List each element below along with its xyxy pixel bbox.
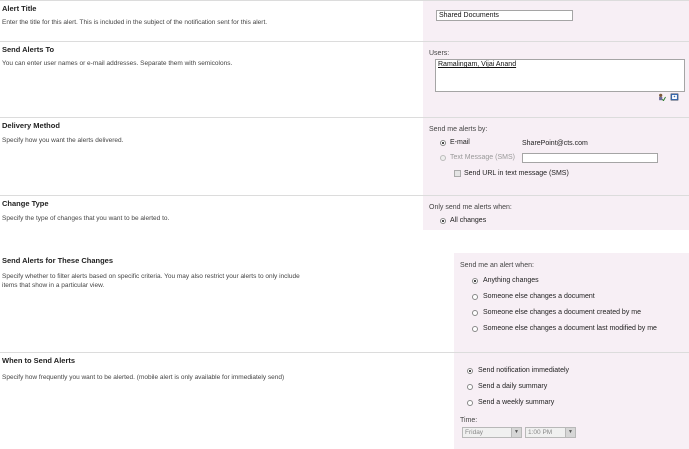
filter-option-label: Anything changes bbox=[483, 277, 539, 284]
send-url-label: Send URL in text message (SMS) bbox=[464, 170, 569, 177]
change-type-heading: Change Type bbox=[2, 199, 49, 208]
time-select-value: 1:00 PM bbox=[528, 429, 553, 436]
send-alerts-to-description: You can enter user names or e-mail addre… bbox=[2, 60, 233, 67]
filter-option-label: Someone else changes a document last mod… bbox=[483, 325, 657, 332]
send-option-label: Send notification immediately bbox=[478, 367, 570, 374]
time-select[interactable]: 1:00 PM ▼ bbox=[525, 427, 576, 438]
filter-changes-prompt: Send me an alert when: bbox=[460, 262, 534, 269]
chevron-down-icon: ▼ bbox=[511, 428, 521, 437]
created-by-me-radio[interactable] bbox=[472, 310, 478, 316]
send-me-alerts-by-label: Send me alerts by: bbox=[429, 126, 488, 133]
sms-input[interactable] bbox=[522, 153, 658, 163]
time-label: Time: bbox=[460, 417, 478, 424]
alert-title-description: Enter the title for this alert. This is … bbox=[2, 19, 268, 26]
change-type-description: Specify the type of changes that you wan… bbox=[2, 215, 170, 222]
check-names-icon[interactable] bbox=[657, 93, 666, 101]
anything-changes-radio[interactable] bbox=[472, 278, 478, 284]
all-changes-label: All changes bbox=[450, 217, 487, 224]
when-to-send-heading: When to Send Alerts bbox=[2, 356, 76, 365]
email-label: E-mail bbox=[450, 139, 470, 146]
weekly-summary-radio[interactable] bbox=[467, 400, 473, 406]
sms-label: Text Message (SMS) bbox=[450, 154, 515, 161]
filter-changes-heading: Send Alerts for These Changes bbox=[2, 256, 113, 265]
email-radio[interactable] bbox=[440, 140, 446, 146]
all-changes-radio[interactable] bbox=[440, 218, 446, 224]
send-option-label: Send a daily summary bbox=[478, 383, 548, 390]
chevron-down-icon: ▼ bbox=[565, 428, 575, 437]
filter-changes-description-line2: items that show in a particular view. bbox=[2, 282, 105, 289]
delivery-method-description: Specify how you want the alerts delivere… bbox=[2, 137, 124, 144]
filter-option-label: Someone else changes a document created … bbox=[483, 309, 641, 316]
change-type-prompt: Only send me alerts when: bbox=[429, 204, 512, 211]
alert-title-panel bbox=[423, 1, 689, 41]
day-select[interactable]: Friday ▼ bbox=[462, 427, 522, 438]
send-url-checkbox[interactable] bbox=[454, 170, 461, 177]
someone-else-changes-radio[interactable] bbox=[472, 294, 478, 300]
when-to-send-description: Specify how frequently you want to be al… bbox=[2, 374, 285, 381]
users-label: Users: bbox=[429, 50, 450, 57]
modified-by-me-radio[interactable] bbox=[472, 326, 478, 332]
sms-radio[interactable] bbox=[440, 155, 446, 161]
send-alerts-to-heading: Send Alerts To bbox=[2, 45, 55, 54]
day-select-value: Friday bbox=[465, 429, 484, 436]
users-input[interactable]: Ramalingam, Vijai Anand bbox=[435, 59, 685, 92]
alert-title-heading: Alert Title bbox=[2, 4, 37, 13]
filter-option-label: Someone else changes a document bbox=[483, 293, 595, 300]
send-option-label: Send a weekly summary bbox=[478, 399, 555, 406]
send-immediately-radio[interactable] bbox=[467, 368, 473, 374]
daily-summary-radio[interactable] bbox=[467, 384, 473, 390]
email-address: SharePoint@cts.com bbox=[522, 140, 588, 147]
address-book-icon[interactable] bbox=[670, 93, 679, 101]
alert-title-input[interactable]: Shared Documents bbox=[436, 10, 573, 21]
delivery-method-heading: Delivery Method bbox=[2, 121, 60, 130]
filter-changes-description-line1: Specify whether to filter alerts based o… bbox=[2, 273, 300, 280]
change-type-panel bbox=[423, 196, 689, 230]
